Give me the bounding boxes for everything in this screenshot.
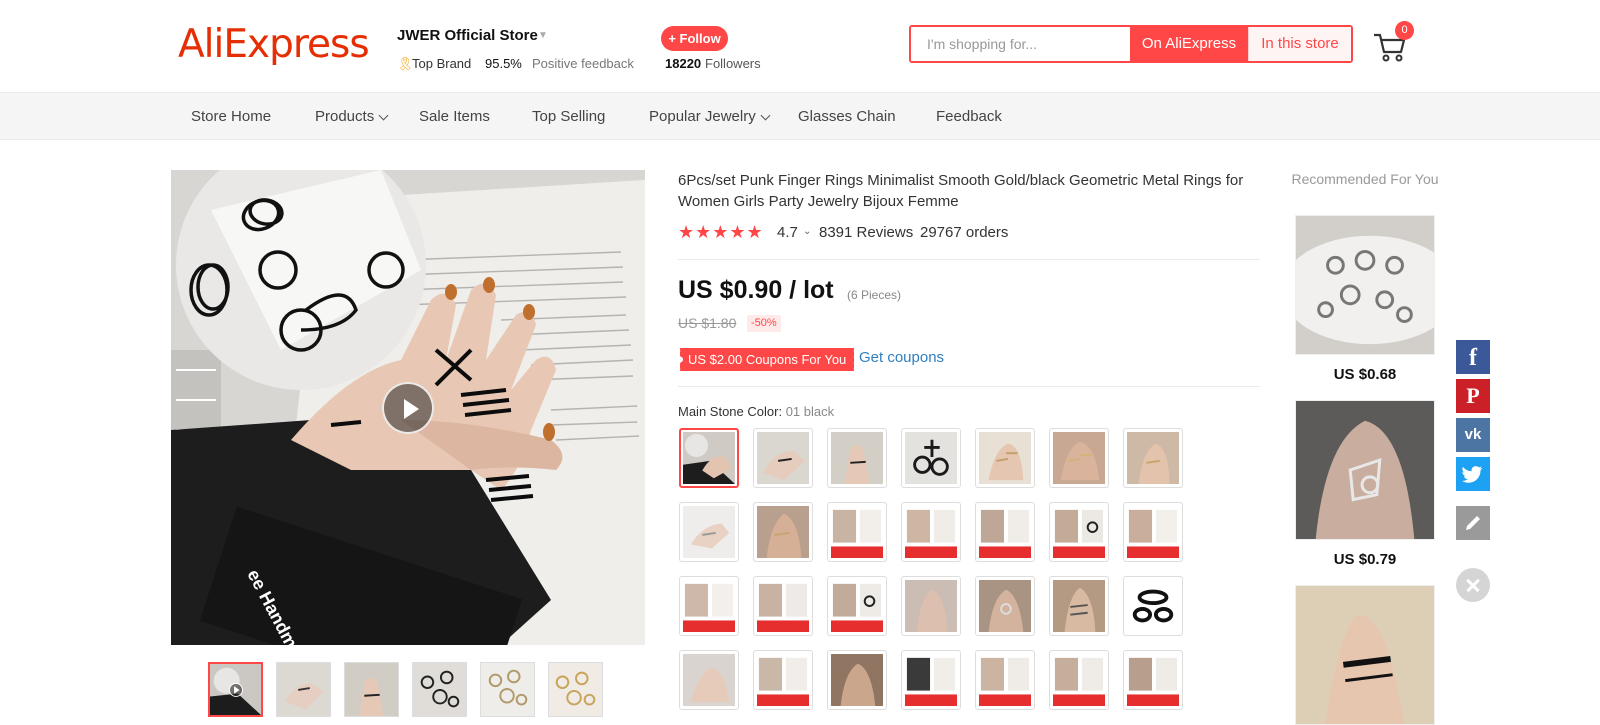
rating-value[interactable]: 4.7: [777, 224, 798, 241]
nav-products-label: Products: [315, 108, 375, 125]
coupon-tag[interactable]: US $2.00 Coupons For You: [677, 348, 855, 371]
discount-badge: -50%: [747, 315, 781, 332]
twitter-icon[interactable]: [1456, 457, 1490, 491]
color-swatch[interactable]: [827, 576, 887, 636]
color-swatch[interactable]: [1123, 428, 1183, 488]
cart-count-badge: 0: [1395, 21, 1414, 40]
rating-stars: ★★★★★: [678, 222, 764, 242]
gallery-thumbnail[interactable]: [276, 662, 331, 717]
recommended-title: Recommended For You: [1291, 171, 1439, 187]
color-swatch[interactable]: [827, 502, 887, 562]
search-input[interactable]: [911, 27, 1130, 61]
vk-icon[interactable]: vk: [1456, 418, 1490, 452]
pinterest-icon[interactable]: P: [1456, 379, 1490, 413]
close-icon[interactable]: [1456, 568, 1490, 602]
divider: [678, 259, 1260, 260]
original-price: US $1.80: [678, 315, 737, 331]
color-swatch[interactable]: [901, 428, 961, 488]
color-swatch[interactable]: [1049, 576, 1109, 636]
search-store-button[interactable]: In this store: [1248, 27, 1351, 61]
color-swatch[interactable]: [827, 650, 887, 710]
color-swatch[interactable]: [753, 502, 813, 562]
color-swatch[interactable]: [679, 576, 739, 636]
chevron-down-icon: [760, 110, 771, 121]
recommended-item-image[interactable]: [1295, 585, 1435, 725]
gallery-thumbnail[interactable]: [208, 662, 263, 717]
color-swatch[interactable]: [753, 576, 813, 636]
color-swatch[interactable]: [901, 650, 961, 710]
color-swatch[interactable]: [1123, 576, 1183, 636]
color-swatch[interactable]: [1123, 650, 1183, 710]
color-swatch[interactable]: [679, 428, 739, 488]
color-label-text: Main Stone Color:: [678, 404, 783, 419]
store-header: AliExpress JWER Official Store ▼ 🎗 Top B…: [0, 0, 1600, 93]
nav-top-selling[interactable]: Top Selling: [532, 108, 605, 125]
color-swatch[interactable]: [1123, 502, 1183, 562]
nav-sale-items[interactable]: Sale Items: [419, 108, 490, 125]
product-title: 6Pcs/set Punk Finger Rings Minimalist Sm…: [678, 172, 1244, 210]
selected-color: 01 black: [785, 404, 835, 419]
play-video-button[interactable]: [382, 382, 434, 434]
nav-glasses-chain[interactable]: Glasses Chain: [798, 108, 896, 125]
nav-store-home[interactable]: Store Home: [191, 108, 271, 125]
recommended-item-image[interactable]: [1295, 215, 1435, 355]
color-swatch[interactable]: [975, 502, 1035, 562]
color-swatch[interactable]: [1049, 428, 1109, 488]
nav-feedback[interactable]: Feedback: [936, 108, 1002, 125]
reviews-link[interactable]: 8391 Reviews: [819, 224, 913, 241]
divider: [678, 386, 1260, 387]
color-swatch[interactable]: [901, 502, 961, 562]
recommended-item-image[interactable]: [1295, 400, 1435, 540]
feedback-label: Positive feedback: [532, 56, 634, 71]
nav-popular-jewelry-label: Popular Jewelry: [649, 108, 756, 125]
gallery-thumbnail[interactable]: [412, 662, 467, 717]
get-coupons-link[interactable]: Get coupons: [859, 349, 944, 366]
recommended-price: US $0.79: [1333, 551, 1397, 568]
followers-count: 18220: [665, 56, 702, 71]
color-swatch[interactable]: [975, 650, 1035, 710]
color-swatch[interactable]: [975, 576, 1035, 636]
search-bar: On AliExpress In this store: [909, 25, 1353, 63]
facebook-icon[interactable]: f: [1456, 340, 1490, 374]
edit-icon[interactable]: [1456, 506, 1490, 540]
color-swatch[interactable]: [1049, 650, 1109, 710]
color-swatch[interactable]: [1049, 502, 1109, 562]
product-price: US $0.90 / lot: [678, 276, 834, 304]
chevron-down-icon[interactable]: ▼: [538, 30, 548, 41]
chevron-down-icon[interactable]: ⌄: [803, 226, 811, 237]
gallery-thumbnail[interactable]: [548, 662, 603, 717]
color-label: Main Stone Color: 01 black: [678, 404, 834, 419]
nav-products[interactable]: Products: [315, 108, 389, 125]
price-unit: (6 Pieces): [847, 288, 902, 302]
feedback-percent: 95.5%: [485, 56, 522, 71]
color-swatch[interactable]: [975, 428, 1035, 488]
gallery-thumbnail[interactable]: [480, 662, 535, 717]
search-aliexpress-button[interactable]: On AliExpress: [1130, 27, 1248, 61]
top-brand-label: Top Brand: [412, 56, 472, 71]
store-nav: Store Home Products Sale Items Top Selli…: [0, 93, 1600, 140]
recommended-price: US $0.68: [1333, 366, 1397, 383]
orders-count: 29767 orders: [920, 224, 1009, 241]
follow-button[interactable]: + Follow: [661, 26, 728, 51]
store-name[interactable]: JWER Official Store: [397, 27, 538, 44]
color-swatch[interactable]: [827, 428, 887, 488]
color-swatch[interactable]: [679, 502, 739, 562]
followers-label: Followers: [705, 56, 761, 71]
color-swatch[interactable]: [901, 576, 961, 636]
color-swatch[interactable]: [753, 650, 813, 710]
gallery-thumbnail[interactable]: [344, 662, 399, 717]
color-swatch[interactable]: [753, 428, 813, 488]
color-swatch[interactable]: [679, 650, 739, 710]
aliexpress-logo[interactable]: AliExpress: [178, 22, 370, 67]
nav-popular-jewelry[interactable]: Popular Jewelry: [649, 108, 771, 125]
chevron-down-icon: [378, 110, 389, 121]
